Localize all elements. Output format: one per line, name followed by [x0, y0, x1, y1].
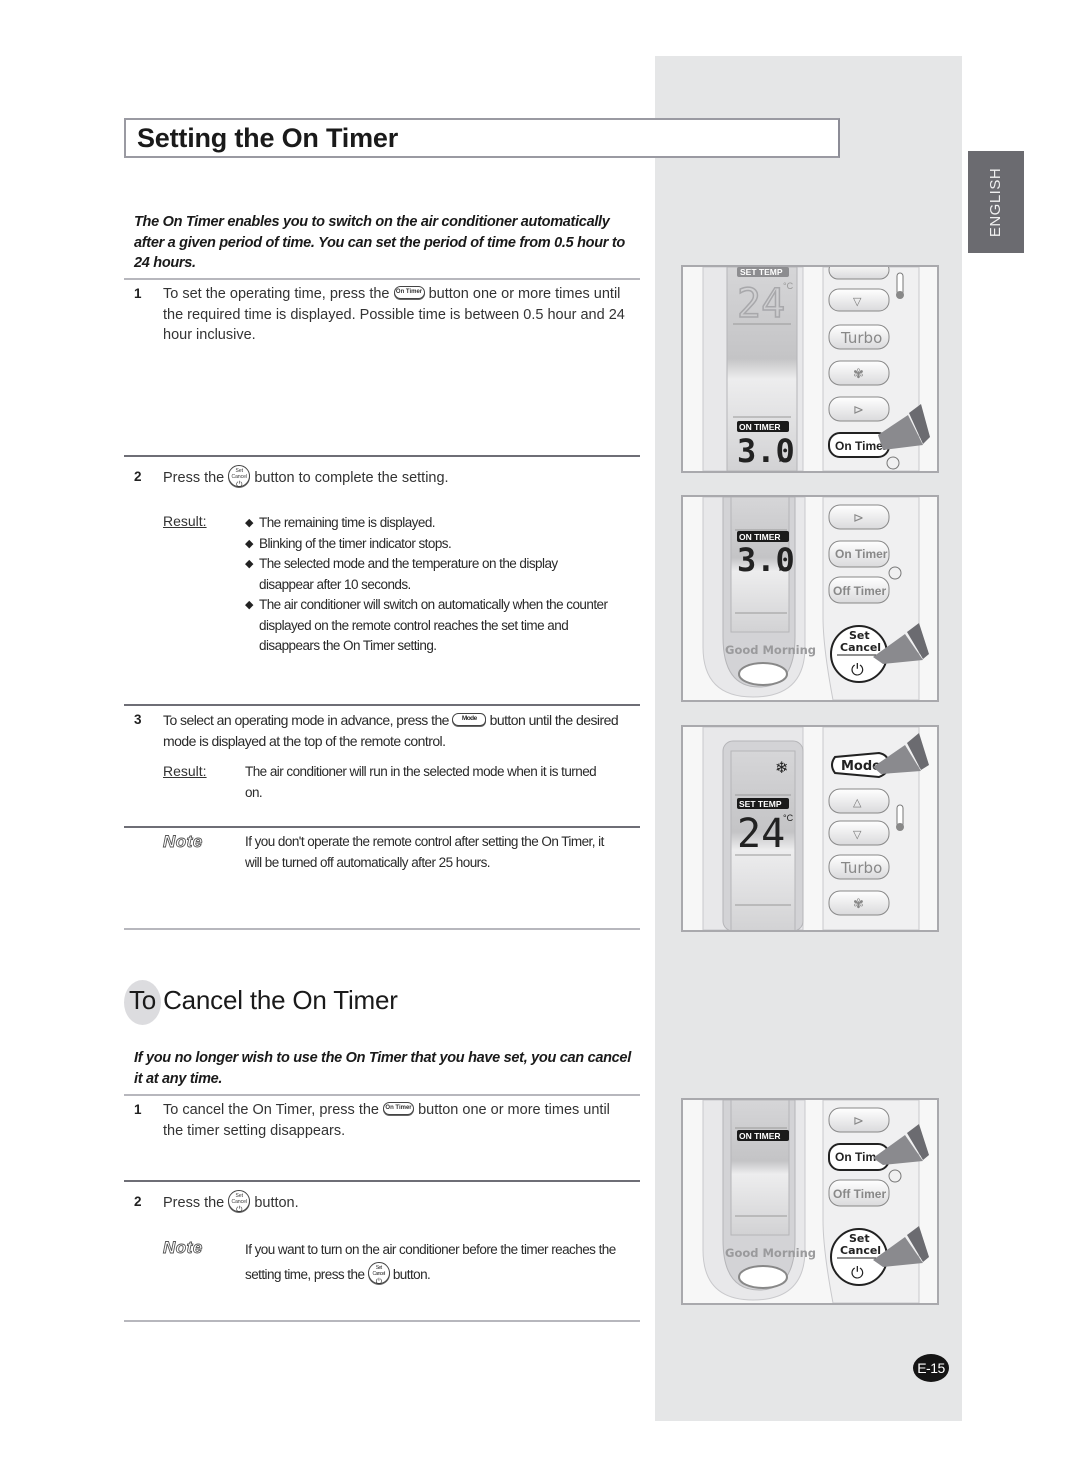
- swing-icon: ⊳: [853, 510, 864, 525]
- fan-icon: ✾: [853, 896, 864, 911]
- note-text: If you don't operate the remote control …: [245, 834, 604, 870]
- lcd-timer-unit: Hr.: [779, 457, 788, 464]
- result-item: The selected mode and the temperature on…: [245, 554, 575, 595]
- remote-figure-2: ON TIMER 3.0 Hr. Good Morning ⊳ On Timer…: [681, 495, 939, 702]
- power-icon: ⏻: [851, 1265, 864, 1282]
- down-arrow-icon: ▽: [853, 296, 862, 308]
- cancel-step-1: 1 To cancel the On Timer, press the On T…: [134, 1100, 634, 1141]
- on-timer-button-icon: On Timer: [383, 1101, 415, 1115]
- set-cancel-button-icon: Set Cancel ⏻: [367, 1262, 390, 1286]
- result-label: Result:: [163, 513, 207, 529]
- result-list: The remaining time is displayed. Blinkin…: [245, 513, 645, 657]
- lcd-timer: 3.0: [737, 432, 795, 470]
- up-arrow-icon: △: [853, 797, 862, 809]
- divider: [124, 455, 640, 457]
- step-text: To set the operating time, press the On …: [163, 285, 625, 343]
- set-cancel-button-icon: Set Cancel ⏻: [228, 465, 251, 489]
- divider: [124, 826, 640, 828]
- turbo-button-label: Turbo: [840, 859, 882, 877]
- section2-title: To Cancel the On Timer: [129, 985, 398, 1015]
- down-arrow-icon: ▽: [853, 829, 862, 841]
- step-number: 3: [134, 712, 142, 727]
- on-timer-button-label: On Timer: [835, 547, 888, 561]
- lcd-timer: 3.0: [737, 541, 795, 579]
- divider: [124, 1320, 640, 1322]
- step-number: 1: [134, 286, 142, 301]
- step-2: 2 Press the Set Cancel ⏻ button to complet…: [134, 465, 634, 489]
- step-text: Press the Set Cancel ⏻ button.: [163, 1190, 634, 1214]
- turbo-button-label: Turbo: [840, 329, 882, 347]
- remote-figure-3: ❄ SET TEMP 24 °C Mode △ ▽ Turbo ✾: [681, 725, 939, 932]
- lcd-unit: °C: [783, 813, 794, 823]
- swing-icon: ⊳: [853, 1113, 864, 1128]
- good-morning-label: Good Morning: [725, 643, 816, 657]
- lcd-temp: 24: [737, 281, 785, 327]
- divider: [124, 1180, 640, 1182]
- step-number: 2: [134, 469, 142, 484]
- step-number: 1: [134, 1102, 142, 1117]
- step-text: To select an operating mode in advance, …: [163, 712, 619, 749]
- lcd-label: ON TIMER: [739, 1131, 781, 1141]
- result-text: The air conditioner will run in the sele…: [245, 764, 597, 800]
- step-number: 2: [134, 1194, 142, 1209]
- section1-intro: The On Timer enables you to switch on th…: [134, 214, 625, 271]
- section2-intro: If you no longer wish to use the On Time…: [134, 1050, 631, 1087]
- step-1: 1 To set the operating time, press the O…: [134, 284, 634, 346]
- mode-button-icon: Mode: [452, 712, 487, 726]
- result-item: The air conditioner will switch on autom…: [245, 595, 615, 657]
- note-label: Note: [163, 832, 203, 852]
- on-timer-button-label: On Timer: [835, 439, 888, 453]
- lcd-temp: 24: [737, 811, 785, 857]
- step-text: To cancel the On Timer, press the On Tim…: [163, 1101, 610, 1139]
- cool-mode-icon: ❄: [775, 760, 788, 777]
- divider: [124, 278, 640, 280]
- lcd-unit: °C: [783, 281, 794, 291]
- swing-icon: ⊳: [853, 402, 864, 417]
- divider: [124, 704, 640, 706]
- result-label: Result:: [163, 763, 207, 779]
- lcd-label: ON TIMER: [739, 422, 781, 432]
- remote-figure-1: SET TEMP 24 °C ON TIMER 3.0 Hr. ▽ Turbo …: [681, 265, 939, 473]
- divider: [124, 1094, 640, 1096]
- language-tab: ENGLISH: [968, 151, 1024, 253]
- lcd-label: SET TEMP: [740, 267, 783, 277]
- step-text: Press the Set Cancel ⏻ button to complete …: [163, 465, 634, 489]
- cancel-step-2: 2 Press the Set Cancel ⏻ button.: [134, 1190, 634, 1214]
- step-3: 3 To select an operating mode in advance…: [134, 710, 634, 751]
- off-timer-button-label: Off Timer: [833, 584, 886, 598]
- result-item: The remaining time is displayed.: [245, 513, 645, 534]
- result-item: Blinking of the timer indicator stops.: [245, 534, 645, 555]
- section-title-box: Setting the On Timer: [124, 118, 840, 158]
- off-timer-button-label: Off Timer: [833, 1187, 886, 1201]
- lcd-timer-unit: Hr.: [779, 566, 788, 573]
- note-label: Note: [163, 1238, 203, 1258]
- set-cancel-button-icon: Set Cancel ⏻: [228, 1190, 251, 1214]
- cancel-label: Cancel: [840, 641, 881, 654]
- lcd-label: SET TEMP: [739, 799, 782, 809]
- language-label: ENGLISH: [987, 167, 1005, 237]
- power-icon: ⏻: [851, 662, 864, 679]
- cancel-label: Cancel: [840, 1244, 881, 1257]
- fan-icon: ✾: [853, 366, 864, 381]
- on-timer-button-icon: On Timer: [393, 285, 425, 299]
- remote-figure-4: ON TIMER Good Morning ⊳ On Timer Off Tim…: [681, 1098, 939, 1305]
- good-morning-label: Good Morning: [725, 1246, 816, 1260]
- note-text: If you want to turn on the air condition…: [245, 1242, 616, 1287]
- divider: [124, 928, 640, 930]
- page-title: Setting the On Timer: [137, 123, 399, 153]
- page-number: E-15: [913, 1354, 949, 1382]
